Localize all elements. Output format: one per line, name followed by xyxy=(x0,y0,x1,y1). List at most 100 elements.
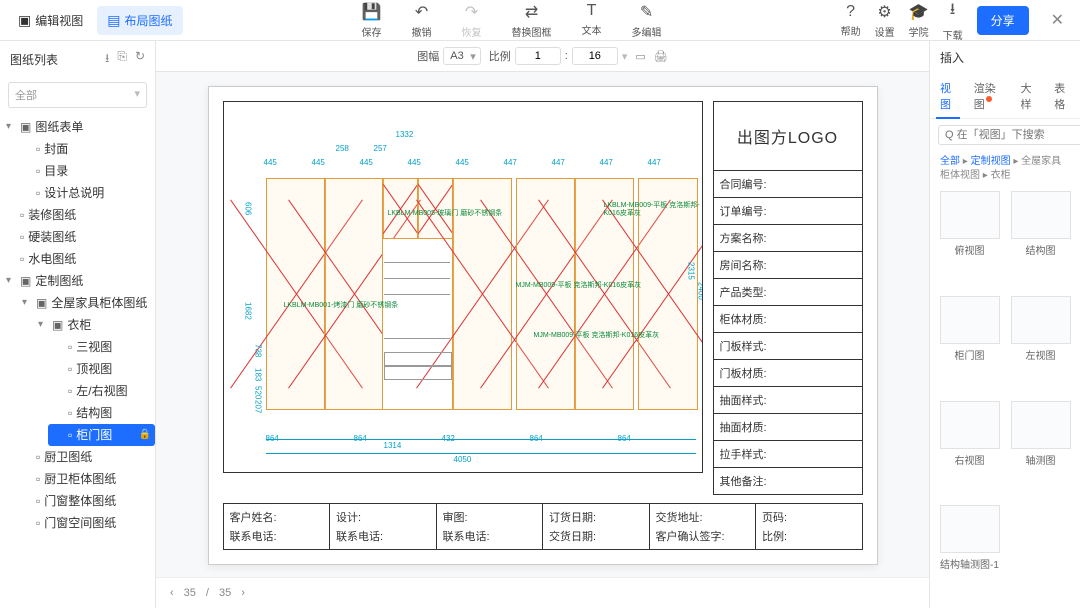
filter-select[interactable]: 全部 ▾ xyxy=(8,82,147,108)
multi-icon: ✎ xyxy=(640,2,653,22)
save-button[interactable]: 💾保存 xyxy=(356,0,388,41)
info-cell: 方案名称: xyxy=(713,225,863,252)
info-cell: 门板样式: xyxy=(713,333,863,360)
tree-item[interactable]: ▫水电图纸 xyxy=(6,248,155,270)
refresh-icon[interactable]: ↻ xyxy=(135,49,145,70)
replace-frame-button[interactable]: ⇄替换图框 xyxy=(506,0,558,41)
panel-title: 图纸列表 xyxy=(10,51,58,68)
info-cell: 订单编号: xyxy=(713,198,863,225)
view-thumb[interactable]: 俯视图 xyxy=(938,191,1001,290)
gear-icon: ⚙ xyxy=(877,2,891,22)
replace-icon: ⇄ xyxy=(525,2,538,22)
pager: ‹ 35 / 35 › xyxy=(156,577,929,608)
footer-cell: 设计:联系电话: xyxy=(330,503,437,550)
mode-tab-edit[interactable]: ▣编辑视图 xyxy=(8,6,93,35)
mode-tab-layout[interactable]: ▤布局图纸 xyxy=(97,6,182,35)
insert-tab-table[interactable]: 表格 xyxy=(1050,74,1074,118)
footer-strip: 客户姓名:联系电话:设计:联系电话:审图:联系电话:订货日期:交货日期:交货地址… xyxy=(223,503,863,550)
redo-button: ↷恢复 xyxy=(456,0,488,41)
footer-cell: 客户姓名:联系电话: xyxy=(223,503,331,550)
tree-item[interactable]: ▫装修图纸 xyxy=(6,204,155,226)
info-cell: 抽面材质: xyxy=(713,414,863,441)
settings-button[interactable]: ⚙设置 xyxy=(875,2,895,39)
tree-item[interactable]: ▫门窗整体图纸 xyxy=(20,490,155,512)
view-thumb[interactable]: 结构轴测图-1 xyxy=(938,505,1001,604)
new-page-icon[interactable]: ⎘ xyxy=(117,49,127,70)
redo-icon: ↷ xyxy=(465,2,478,22)
undo-icon: ↶ xyxy=(415,2,428,22)
close-button[interactable]: ✕ xyxy=(1043,6,1072,34)
page-total: 35 xyxy=(219,587,231,599)
tree-item[interactable]: ▫柜门图🔒 xyxy=(48,424,155,446)
tree-item[interactable]: ▫三视图 xyxy=(48,336,155,358)
info-cell: 合同编号: xyxy=(713,171,863,198)
tree-item[interactable]: ▾▣定制图纸 xyxy=(6,270,155,292)
footer-cell: 页码:比例: xyxy=(756,503,863,550)
text-icon: T xyxy=(587,2,597,20)
download-icon: ⭳ xyxy=(950,0,956,25)
info-cell: 产品类型: xyxy=(713,279,863,306)
tree-item[interactable]: ▾▣全屋家具柜体图纸 xyxy=(20,292,155,314)
title-block: 出图方LOGO 合同编号:订单编号:方案名称:房间名称:产品类型:柜体材质:门板… xyxy=(713,101,863,495)
canvas-controls: 图幅A3 比例 : ▾ ▭ 🖨 xyxy=(156,41,929,72)
book-icon: 🎓 xyxy=(909,2,929,22)
cabinet-drawing: 445445445445445447447447447 258257 1332 xyxy=(223,101,703,473)
ratio-right-input[interactable] xyxy=(572,47,618,65)
info-cell: 房间名称: xyxy=(713,252,863,279)
insert-tab-render[interactable]: 渲染图 xyxy=(970,74,1007,118)
print-icon[interactable]: 🖨 xyxy=(654,50,668,63)
insert-tab-detail[interactable]: 大样 xyxy=(1016,74,1040,118)
library-button[interactable]: 🎓学院 xyxy=(909,2,929,39)
ratio-left-input[interactable] xyxy=(515,47,561,65)
insert-panel: 插入 视图 渲染图 大样 表格 ▦ 全部 ▸ 定制视图 ▸ 全屋家具柜体视图 ▸… xyxy=(929,41,1080,608)
tree-item[interactable]: ▫设计总说明 xyxy=(20,182,155,204)
drawing-list-panel: 图纸列表 ⭳ ⎘ ↻ 全部 ▾ ▾▣图纸表单▫封面▫目录▫设计总说明▫装修图纸▫… xyxy=(0,41,156,608)
info-cell: 抽面样式: xyxy=(713,387,863,414)
drawing-tree: ▾▣图纸表单▫封面▫目录▫设计总说明▫装修图纸▫硬装图纸▫水电图纸▾▣定制图纸▾… xyxy=(0,112,155,608)
page-next[interactable]: › xyxy=(241,587,245,599)
tree-item[interactable]: ▫门窗空间图纸 xyxy=(20,512,155,534)
drawing-sheet[interactable]: 445445445445445447447447447 258257 1332 xyxy=(208,86,878,565)
download-button[interactable]: ⭳下载 xyxy=(943,0,963,42)
layout-icon: ▤ xyxy=(107,12,120,29)
view-thumb[interactable]: 结构图 xyxy=(1009,191,1072,290)
view-thumb[interactable]: 柜门图 xyxy=(938,296,1001,395)
tree-item[interactable]: ▫厨卫图纸 xyxy=(20,446,155,468)
insert-tab-view[interactable]: 视图 xyxy=(936,74,960,118)
insert-search-input[interactable] xyxy=(938,125,1080,145)
view-thumb[interactable]: 右视图 xyxy=(938,401,1001,500)
view-thumb[interactable]: 左视图 xyxy=(1009,296,1072,395)
share-button[interactable]: 分享 xyxy=(977,6,1029,35)
paper-size-select[interactable]: A3 xyxy=(443,47,480,65)
tree-item[interactable]: ▫目录 xyxy=(20,160,155,182)
insert-title: 插入 xyxy=(930,41,1080,74)
undo-button[interactable]: ↶撤销 xyxy=(406,0,438,41)
info-cell: 门板材质: xyxy=(713,360,863,387)
fit-icon[interactable]: ▭ xyxy=(635,50,645,63)
tree-item[interactable]: ▫顶视图 xyxy=(48,358,155,380)
save-icon: 💾 xyxy=(362,2,382,22)
logo-cell: 出图方LOGO xyxy=(713,101,863,171)
tree-item[interactable]: ▾▣图纸表单 xyxy=(6,116,155,138)
multi-edit-button[interactable]: ✎多编辑 xyxy=(626,0,668,41)
view-thumb[interactable]: 轴测图 xyxy=(1009,401,1072,500)
tree-item[interactable]: ▫厨卫柜体图纸 xyxy=(20,468,155,490)
info-cell: 柜体材质: xyxy=(713,306,863,333)
top-toolbar: ▣编辑视图 ▤布局图纸 💾保存 ↶撤销 ↷恢复 ⇄替换图框 T文本 ✎多编辑 ?… xyxy=(0,0,1080,41)
insert-breadcrumb: 全部 ▸ 定制视图 ▸ 全屋家具柜体视图 ▸ 衣柜 xyxy=(930,151,1080,187)
text-button[interactable]: T文本 xyxy=(576,0,608,41)
cube-icon: ▣ xyxy=(18,12,31,29)
info-cell: 拉手样式: xyxy=(713,441,863,468)
tree-item[interactable]: ▫封面 xyxy=(20,138,155,160)
footer-cell: 交货地址:客户确认签字: xyxy=(650,503,757,550)
tree-item[interactable]: ▾▣衣柜 xyxy=(34,314,155,336)
tree-item[interactable]: ▫左/右视图 xyxy=(48,380,155,402)
page-current: 35 xyxy=(184,587,196,599)
help-button[interactable]: ?帮助 xyxy=(841,3,861,38)
export-icon[interactable]: ⭳ xyxy=(105,49,109,70)
footer-cell: 订货日期:交货日期: xyxy=(543,503,650,550)
tree-item[interactable]: ▫硬装图纸 xyxy=(6,226,155,248)
tree-item[interactable]: ▫结构图 xyxy=(48,402,155,424)
info-cell: 其他备注: xyxy=(713,468,863,495)
page-prev[interactable]: ‹ xyxy=(170,587,174,599)
